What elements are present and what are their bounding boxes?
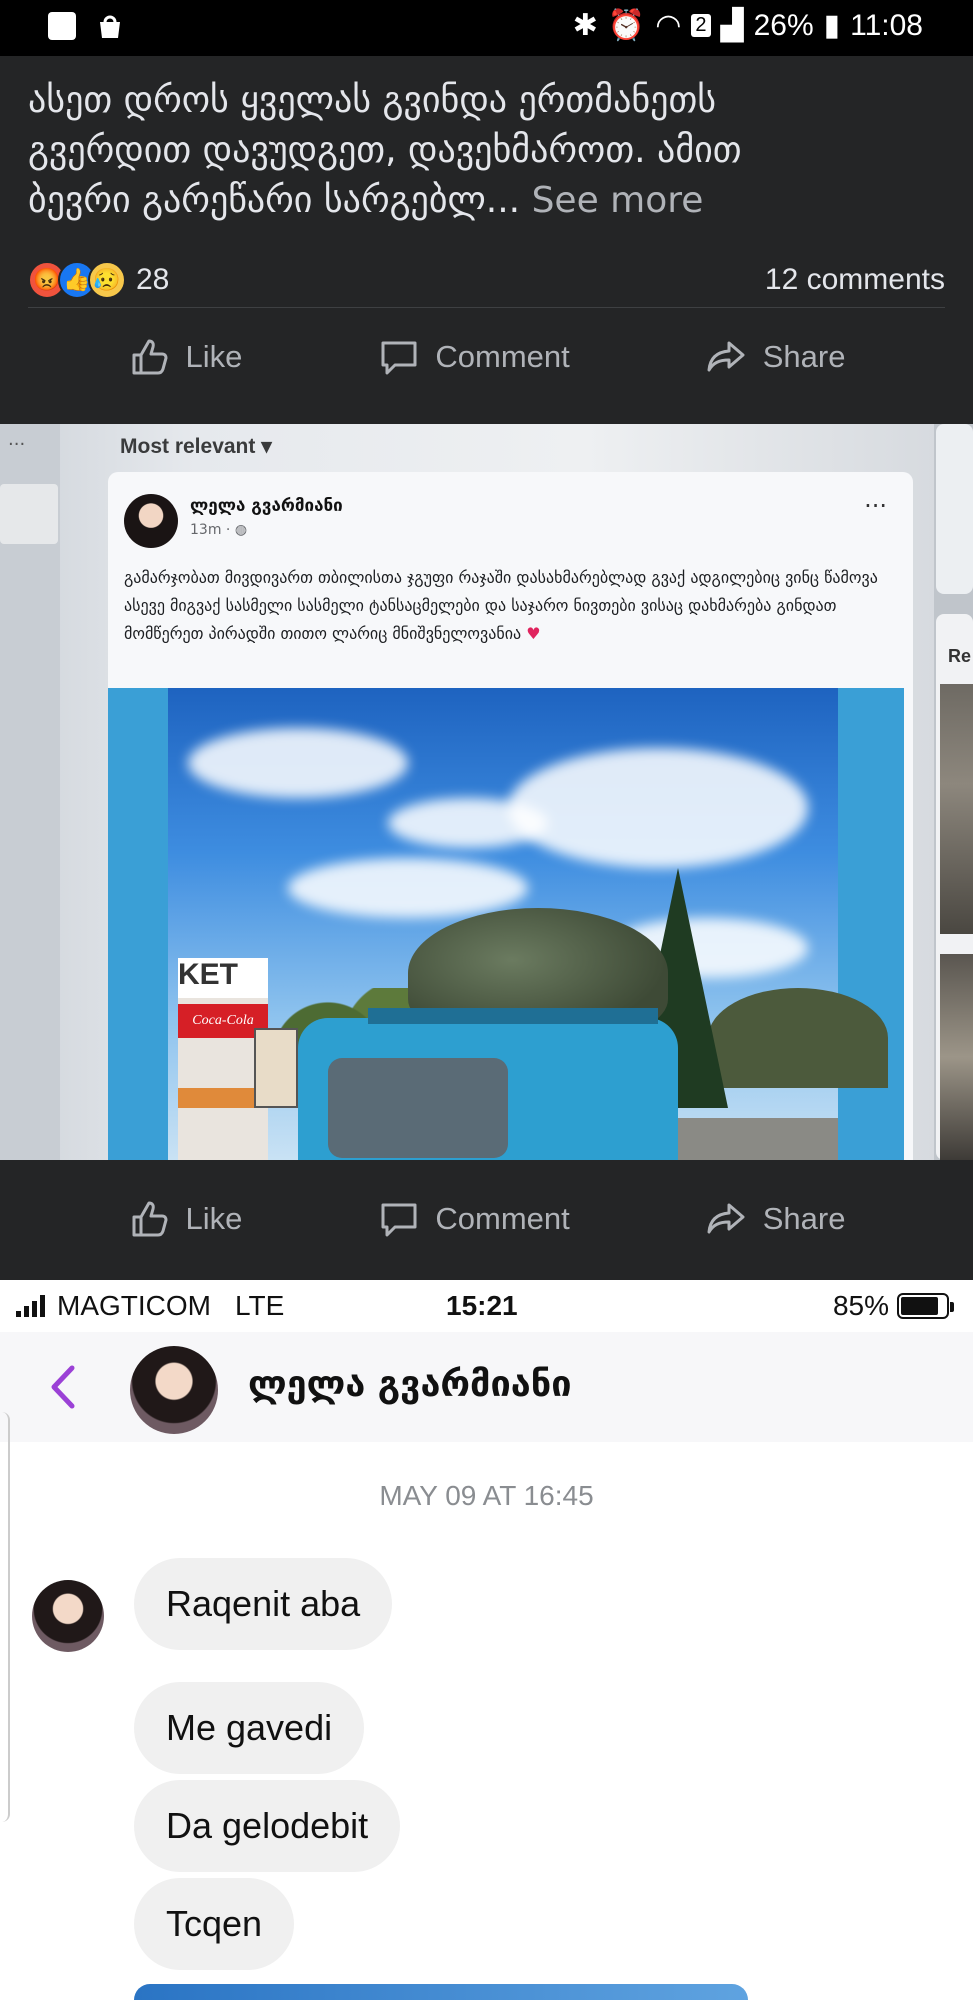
shop-sign: KET — [178, 958, 268, 998]
share-icon — [707, 1203, 745, 1234]
share-button[interactable]: Share — [705, 335, 846, 379]
post-photo[interactable]: ··· Most relevant ▾ Re ლელა გვარმიანი 13… — [0, 424, 973, 1160]
thumbs-up-icon — [132, 1201, 167, 1237]
like-label: Like — [185, 1201, 243, 1236]
status-bar: ✱ ⏰ ◠ 2 ▟ 26% ▮ 11:08 — [0, 0, 973, 56]
like-button[interactable]: Like — [128, 1197, 243, 1241]
post-text: ასეთ დროს ყველას გვინდა ერთმანეთს გვერდი… — [28, 76, 948, 226]
sort-label: Most relevant ▾ — [120, 435, 272, 458]
van-photo: KET Coca-Cola — [108, 688, 904, 1160]
contact-name[interactable]: ლელა გვარმიანი — [248, 1364, 571, 1405]
post-actions: Like Comment Share — [0, 1174, 973, 1264]
signal-icon: ▟ — [720, 9, 744, 42]
more-icon: ··· — [8, 434, 26, 455]
comment-button[interactable]: Comment — [377, 1197, 570, 1241]
message-bubble[interactable]: Raqenit aba — [134, 1558, 393, 1650]
network-type: LTE — [235, 1290, 285, 1321]
chat-header: ლელა გვარმიანი — [0, 1332, 973, 1442]
comment-label: Comment — [435, 339, 570, 374]
reactions-row: 😡 👍 😥 28 12 comments — [28, 252, 945, 308]
wifi-icon: ◠ — [655, 9, 682, 42]
battery-icon — [897, 1293, 954, 1319]
message-bubble[interactable]: Da gelodebit — [134, 1780, 401, 1872]
photo-post-actions-bar: Like Comment Share — [0, 1160, 973, 1280]
thumbs-up-icon — [132, 339, 167, 375]
screenshot-post-text: გამარჯობათ მივდივართ თბილისთა ჯგუფი რაჯა… — [124, 568, 878, 643]
gallery-icon — [48, 12, 76, 40]
post-text-line: ბევრი გარეწარი სარგებლ... — [28, 180, 521, 221]
author-name: ლელა გვარმიანი — [190, 496, 343, 516]
clock: 15:21 — [446, 1290, 518, 1321]
messenger-screenshot: MAGTICOM LTE 15:21 85% ლელა გვარმიანი MA… — [0, 1280, 973, 2000]
clock: 11:08 — [850, 8, 923, 42]
globe-icon: ◍ — [234, 522, 248, 538]
shopping-bag-icon — [100, 15, 120, 38]
like-button[interactable]: Like — [128, 335, 243, 379]
comment-icon — [381, 341, 417, 375]
sad-reaction-icon: 😥 — [88, 260, 126, 299]
heart-icon: ♥ — [526, 624, 541, 643]
see-more-link[interactable]: See more — [532, 180, 704, 221]
post-text-line: გვერდით დავუდგეთ, დავეხმაროთ. ამით — [28, 130, 742, 171]
share-button[interactable]: Share — [705, 1197, 846, 1241]
back-chevron-icon[interactable] — [44, 1362, 84, 1412]
more-icon: ··· — [864, 492, 887, 520]
signal-icon — [16, 1295, 45, 1317]
share-icon — [707, 341, 745, 372]
image-message[interactable] — [134, 1984, 748, 2000]
reactions-summary[interactable]: 😡 👍 😥 28 — [28, 260, 170, 299]
wifi-badge: 2 — [691, 14, 711, 37]
avatar — [32, 1580, 104, 1652]
battery-percent: 26% — [753, 8, 814, 42]
message-timestamp: MAY 09 AT 16:45 — [379, 1480, 594, 1511]
battery-percent: 85% — [832, 1290, 889, 1321]
battery-icon: ▮ — [823, 9, 841, 42]
like-label: Like — [185, 339, 243, 374]
post-meta: 13m · ◍ — [190, 522, 248, 538]
thumbnail-image — [940, 954, 973, 1160]
alarm-icon: ⏰ — [607, 9, 646, 42]
right-panel-label: Re — [948, 646, 972, 666]
message-bubble[interactable]: Tcqen — [134, 1878, 295, 1970]
carrier-name: MAGTICOM — [57, 1290, 211, 1321]
thumbnail-image — [940, 684, 973, 934]
comment-button[interactable]: Comment — [377, 335, 570, 379]
message-bubble[interactable]: Me gavedi — [134, 1682, 365, 1774]
share-label: Share — [762, 339, 846, 374]
comment-label: Comment — [435, 1201, 570, 1236]
bluetooth-icon: ✱ — [572, 9, 598, 42]
avatar[interactable] — [130, 1346, 218, 1434]
avatar — [124, 494, 178, 548]
post-card: ასეთ დროს ყველას გვინდა ერთმანეთს გვერდი… — [0, 56, 973, 424]
comment-icon — [381, 1203, 417, 1237]
ios-status-bar: MAGTICOM LTE 15:21 85% — [0, 1280, 973, 1332]
post-actions: Like Comment Share — [0, 312, 973, 402]
post-text-line: ასეთ დროს ყველას გვინდა ერთმანეთს — [28, 80, 717, 121]
reactions-count: 28 — [136, 262, 170, 296]
share-label: Share — [762, 1201, 846, 1236]
comments-count-link[interactable]: 12 comments — [765, 263, 945, 297]
